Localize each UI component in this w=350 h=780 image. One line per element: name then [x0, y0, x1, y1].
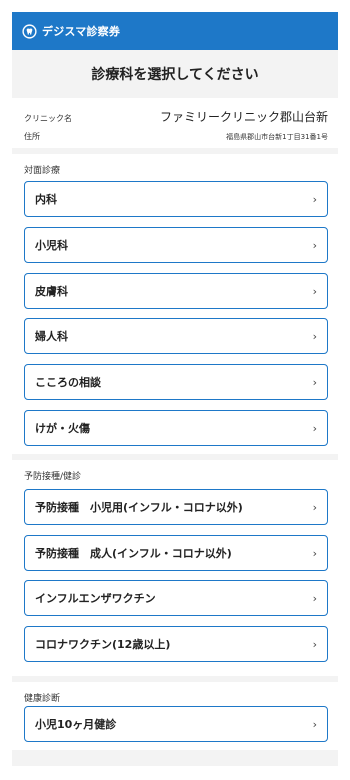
dept-button-fujinka[interactable]: 婦人科 ›: [24, 318, 328, 354]
section-vaccination: 予防接種/健診 予防接種 小児用(インフル・コロナ以外) › 予防接種 成人(イ…: [12, 460, 338, 676]
dept-label: 予防接種 小児用(インフル・コロナ以外): [35, 501, 243, 514]
section-checkup: 健康診断 小児10ヶ月健診 ›: [12, 682, 338, 750]
clinic-address: 福島県郡山市台新1丁目31番1号: [226, 133, 328, 141]
app-name: デジスマ診察券: [42, 25, 121, 38]
chevron-right-icon: ›: [312, 591, 317, 605]
section-title: 対面診療: [24, 166, 61, 176]
dept-label: 内科: [35, 193, 57, 206]
section-title: 健康診断: [24, 694, 61, 704]
chevron-right-icon: ›: [312, 375, 317, 389]
page-title: 診療科を選択してください: [91, 67, 259, 83]
dept-button-kokoro[interactable]: こころの相談 ›: [24, 364, 328, 400]
dept-label: 予防接種 成人(インフル・コロナ以外): [35, 547, 232, 560]
bottom-band: [12, 750, 338, 766]
chevron-right-icon: ›: [312, 717, 317, 731]
section-title: 予防接種/健診: [24, 472, 82, 482]
dept-button-influenza[interactable]: インフルエンザワクチン ›: [24, 580, 328, 616]
dept-label: けが・火傷: [35, 422, 90, 435]
tooth-circle-icon: [22, 23, 37, 39]
dept-button-kega[interactable]: けが・火傷 ›: [24, 410, 328, 446]
chevron-right-icon: ›: [312, 284, 317, 298]
clinic-name-label: クリニック名: [24, 114, 72, 123]
clinic-name: ファミリークリニック郡山台新: [159, 110, 328, 124]
dept-label: 婦人科: [35, 330, 68, 343]
dept-label: こころの相談: [35, 376, 101, 389]
dept-label: インフルエンザワクチン: [35, 592, 156, 605]
section-in-person: 対面診療 内科 › 小児科 › 皮膚科 › 婦人科 › こころの相談 › けが・…: [12, 154, 338, 454]
title-band: 診療科を選択してください: [12, 50, 338, 98]
chevron-right-icon: ›: [312, 637, 317, 651]
dept-button-naika[interactable]: 内科 ›: [24, 181, 328, 217]
chevron-right-icon: ›: [312, 546, 317, 560]
dept-label: 小児10ヶ月健診: [35, 718, 117, 731]
dept-button-hifuka[interactable]: 皮膚科 ›: [24, 273, 328, 309]
chevron-right-icon: ›: [312, 421, 317, 435]
chevron-right-icon: ›: [312, 192, 317, 206]
dept-label: コロナワクチン(12歳以上): [35, 638, 171, 651]
dept-button-vaccine-adult[interactable]: 予防接種 成人(インフル・コロナ以外) ›: [24, 535, 328, 571]
dept-label: 皮膚科: [35, 285, 68, 298]
dept-button-vaccine-child[interactable]: 予防接種 小児用(インフル・コロナ以外) ›: [24, 489, 328, 525]
dept-button-corona[interactable]: コロナワクチン(12歳以上) ›: [24, 626, 328, 662]
dept-label: 小児科: [35, 239, 68, 252]
clinic-info: クリニック名 ファミリークリニック郡山台新 住所 福島県郡山市台新1丁目31番1…: [12, 98, 338, 148]
dept-button-10month-checkup[interactable]: 小児10ヶ月健診 ›: [24, 706, 328, 742]
address-label: 住所: [24, 132, 40, 141]
chevron-right-icon: ›: [312, 500, 317, 514]
app-header: デジスマ診察券: [12, 12, 338, 50]
dept-button-shonika[interactable]: 小児科 ›: [24, 227, 328, 263]
chevron-right-icon: ›: [312, 329, 317, 343]
chevron-right-icon: ›: [312, 238, 317, 252]
